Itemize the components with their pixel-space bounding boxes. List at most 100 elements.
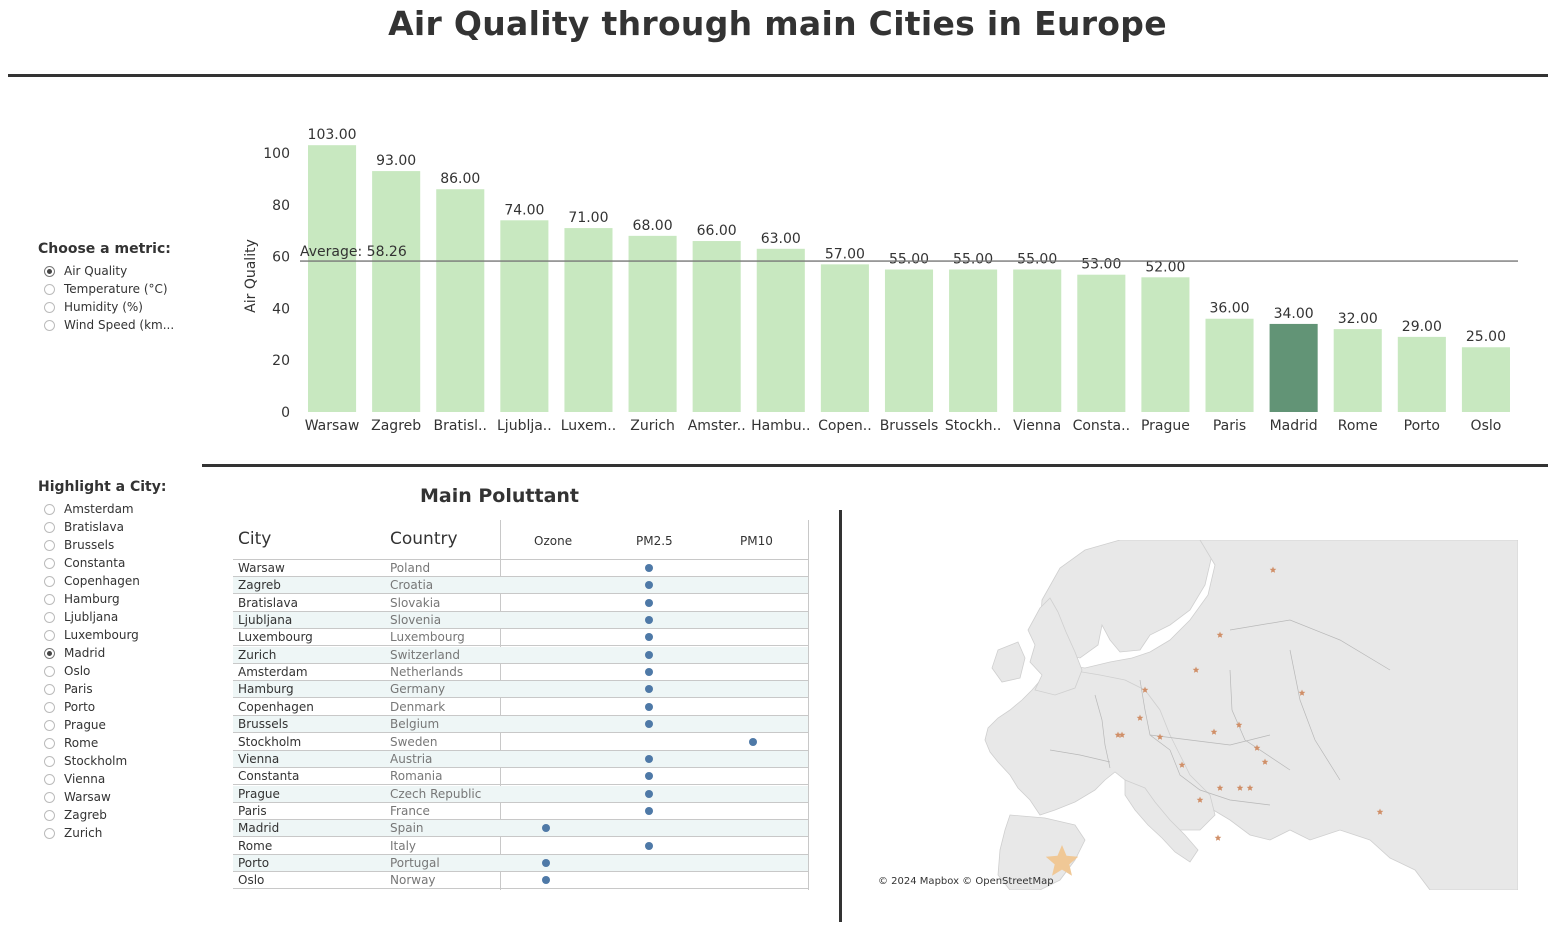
city-option[interactable]: Luxembourg <box>44 626 139 644</box>
bar[interactable] <box>308 145 357 412</box>
city-option[interactable]: Stockholm <box>44 752 127 770</box>
bar[interactable] <box>1205 318 1254 412</box>
city-option[interactable]: Oslo <box>44 662 90 680</box>
table-row[interactable]: Constanta Romania <box>233 768 808 786</box>
table-row[interactable]: Luxembourg Luxembourg <box>233 629 808 647</box>
city-option[interactable]: Amsterdam <box>44 500 134 518</box>
pollutant-dot[interactable] <box>542 876 550 885</box>
city-option[interactable]: Zagreb <box>44 806 107 824</box>
radio-button[interactable] <box>44 319 55 331</box>
bar[interactable] <box>949 269 998 412</box>
bar[interactable] <box>436 189 485 412</box>
radio-button[interactable] <box>44 647 55 659</box>
radio-button[interactable] <box>44 593 55 605</box>
table-row[interactable]: Amsterdam Netherlands <box>233 664 808 682</box>
bar[interactable] <box>1333 329 1382 412</box>
radio-button[interactable] <box>44 737 55 749</box>
bar[interactable] <box>500 220 549 412</box>
pollutant-dot[interactable] <box>542 858 550 867</box>
bar[interactable] <box>692 241 741 412</box>
table-row[interactable]: Hamburg Germany <box>233 681 808 699</box>
metric-option[interactable]: Air Quality <box>44 262 127 280</box>
radio-button[interactable] <box>44 665 55 677</box>
radio-button[interactable] <box>44 283 55 295</box>
metric-option[interactable]: Temperature (°C) <box>44 280 168 298</box>
radio-button[interactable] <box>44 539 55 551</box>
bar[interactable] <box>1077 274 1126 412</box>
europe-map[interactable] <box>870 540 1518 890</box>
city-option[interactable]: Madrid <box>44 644 105 662</box>
city-option[interactable]: Constanta <box>44 554 125 572</box>
radio-button[interactable] <box>44 719 55 731</box>
city-option[interactable]: Paris <box>44 680 93 698</box>
bar[interactable] <box>820 264 869 412</box>
table-row[interactable]: Madrid Spain <box>233 820 808 838</box>
city-option[interactable]: Hamburg <box>44 590 120 608</box>
city-option[interactable]: Zurich <box>44 824 102 842</box>
pollutant-dot[interactable] <box>645 564 653 572</box>
table-row[interactable]: Stockholm Sweden <box>233 734 808 751</box>
bar[interactable] <box>564 228 613 412</box>
bar[interactable] <box>628 235 677 412</box>
pollutant-dot[interactable] <box>645 702 653 711</box>
table-row[interactable]: Copenhagen Denmark <box>233 699 808 716</box>
bar[interactable] <box>1397 336 1446 412</box>
radio-button[interactable] <box>44 575 55 587</box>
pollutant-dot[interactable] <box>645 754 653 763</box>
pollutant-dot[interactable] <box>645 841 653 850</box>
pollutant-dot[interactable] <box>645 616 653 625</box>
radio-button[interactable] <box>44 773 55 785</box>
pollutant-dot[interactable] <box>645 806 653 815</box>
pollutant-dot[interactable] <box>645 789 653 798</box>
metric-option[interactable]: Humidity (%) <box>44 298 143 316</box>
radio-button[interactable] <box>44 503 55 515</box>
bar[interactable] <box>1013 269 1062 412</box>
radio-button[interactable] <box>44 557 55 569</box>
city-option[interactable]: Rome <box>44 734 98 752</box>
table-row[interactable]: Ljubljana Slovenia <box>233 612 808 630</box>
city-option[interactable]: Porto <box>44 698 95 716</box>
city-option[interactable]: Warsaw <box>44 788 111 806</box>
table-row[interactable]: Paris France <box>233 803 808 820</box>
map-attribution[interactable]: © 2024 Mapbox © OpenStreetMap <box>878 876 1054 887</box>
table-row[interactable]: Brussels Belgium <box>233 716 808 734</box>
bar[interactable] <box>1141 277 1190 412</box>
city-option[interactable]: Bratislava <box>44 518 124 536</box>
city-option[interactable]: Copenhagen <box>44 572 140 590</box>
pollutant-dot[interactable] <box>749 737 757 746</box>
radio-button[interactable] <box>44 629 55 641</box>
city-option[interactable]: Vienna <box>44 770 105 788</box>
table-row[interactable]: Prague Czech Republic <box>233 785 808 803</box>
pollutant-dot[interactable] <box>542 824 550 833</box>
radio-button[interactable] <box>44 755 55 767</box>
metric-option[interactable]: Wind Speed (km... <box>44 316 174 334</box>
table-row[interactable]: Oslo Norway <box>233 872 808 890</box>
bar[interactable] <box>1269 323 1318 412</box>
radio-button[interactable] <box>44 301 55 313</box>
table-row[interactable]: Warsaw Poland <box>233 560 808 577</box>
radio-button[interactable] <box>44 521 55 533</box>
bar[interactable] <box>756 248 805 412</box>
bar[interactable] <box>884 269 934 412</box>
pollutant-dot[interactable] <box>645 685 653 694</box>
table-row[interactable]: Porto Portugal <box>233 854 808 872</box>
pollutant-dot[interactable] <box>645 633 653 642</box>
bar[interactable] <box>1461 347 1510 412</box>
radio-button[interactable] <box>44 611 55 623</box>
table-row[interactable]: Zagreb Croatia <box>233 577 808 595</box>
bar[interactable] <box>372 171 421 412</box>
radio-button[interactable] <box>44 701 55 713</box>
table-row[interactable]: Vienna Austria <box>233 750 808 768</box>
pollutant-dot[interactable] <box>645 668 653 677</box>
city-option[interactable]: Ljubljana <box>44 608 118 626</box>
pollutant-dot[interactable] <box>645 720 653 729</box>
radio-button[interactable] <box>44 683 55 695</box>
table-row[interactable]: Zurich Switzerland <box>233 646 808 664</box>
radio-button[interactable] <box>44 265 55 277</box>
radio-button[interactable] <box>44 791 55 803</box>
pollutant-dot[interactable] <box>645 598 653 607</box>
radio-button[interactable] <box>44 827 55 839</box>
pollutant-dot[interactable] <box>645 772 653 781</box>
radio-button[interactable] <box>44 809 55 821</box>
pollutant-dot[interactable] <box>645 581 653 590</box>
